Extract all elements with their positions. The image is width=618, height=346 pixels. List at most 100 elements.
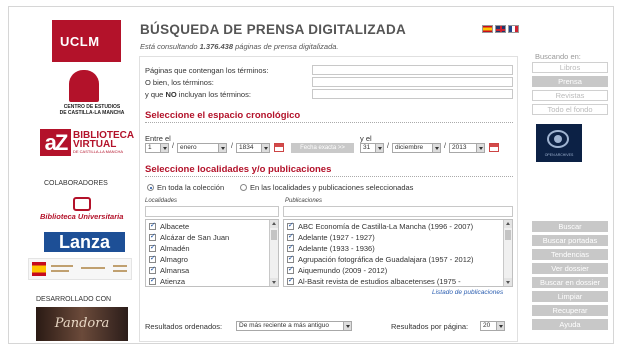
publications-list[interactable]: ABC Economía de Castilla-La Mancha (1996… [283,219,513,287]
publication-name: Al-Basit revista de estudios albacetense… [298,277,461,286]
publications-filter-input[interactable] [283,206,513,217]
biblioteca-universitaria-logo[interactable]: Biblioteca Universitaria [40,212,123,221]
or-terms-label: O bien, los términos: [145,78,214,87]
exclude-terms-input[interactable] [312,89,513,99]
checkbox[interactable] [287,221,294,230]
french-flag-icon[interactable] [508,25,519,33]
list-item[interactable]: Adelante (1927 - 1927) [287,232,375,242]
view-dossier-button[interactable]: Ver dossier [532,263,608,274]
scope-all-radio[interactable] [147,184,154,191]
scope-selected-radio[interactable] [240,184,247,191]
subtitle-suffix: páginas de prensa digitalizada. [235,42,339,51]
scroll-up-icon[interactable] [270,220,278,228]
chevron-down-icon [476,144,484,152]
exact-date-button[interactable]: Fecha exacta >> [291,143,354,153]
pandora-logo[interactable]: Pandora [36,307,128,341]
search-button[interactable]: Buscar [532,221,608,232]
scope-all-label: En toda la colección [157,183,225,192]
list-item[interactable]: Al-Basit revista de estudios albacetense… [287,276,461,286]
scrollbar[interactable] [269,220,278,286]
scope-selected-label: En las localidades y publicaciones selec… [250,183,414,192]
to-day-select[interactable]: 31 [360,143,384,153]
biblioteca-virtual-az-icon[interactable]: aZ [40,129,71,156]
list-item[interactable]: Adelante (1933 - 1936) [287,243,375,253]
target-magazines-button[interactable]: Revistas [532,90,608,101]
ministerio-logo[interactable] [28,258,132,280]
date-separator: / [231,143,233,150]
localities-filter-input[interactable] [145,206,279,217]
recover-button[interactable]: Recuperar [532,305,608,316]
scroll-thumb[interactable] [505,230,511,240]
chevron-down-icon [218,144,226,152]
list-item[interactable]: Agrupación fotográfica de Guadalajara (1… [287,254,474,264]
or-terms-input[interactable] [312,77,513,87]
publication-name: ABC Economía de Castilla-La Mancha (1996… [298,222,474,231]
spanish-flag-icon[interactable] [482,25,493,33]
checkbox[interactable] [287,265,294,274]
checkbox[interactable] [149,276,156,285]
scroll-thumb[interactable] [271,230,277,240]
lanza-logo[interactable]: Lanza [44,232,125,252]
to-day-value: 31 [363,144,371,151]
list-item[interactable]: Alcázar de San Juan [149,232,230,242]
list-item[interactable]: Atienza [149,276,185,286]
checkbox[interactable] [287,254,294,263]
page-subtitle: Está consultando 1.376.438 páginas de pr… [140,42,339,51]
centro-estudios-logo[interactable]: CENTRO DE ESTUDIOS DE CASTILLA-LA MANCHA [52,104,132,116]
publications-header: Publicaciones [285,198,323,204]
per-page-select[interactable]: 20 [480,321,505,331]
checkbox[interactable] [287,243,294,252]
english-flag-icon[interactable] [495,25,506,33]
uclm-logo[interactable]: UCLM [52,20,121,62]
to-month-select[interactable]: diciembre [392,143,441,153]
checkbox[interactable] [149,221,156,230]
contain-terms-label: Páginas que contengan los términos: [145,66,269,75]
divider [145,176,513,177]
localities-list[interactable]: Albacete Alcázar de San Juan Almadén Alm… [145,219,279,287]
and-label: y el [360,134,372,143]
checkbox[interactable] [149,243,156,252]
scroll-down-icon[interactable] [270,278,278,286]
scrollbar[interactable] [503,220,512,286]
chevron-down-icon [432,144,440,152]
locality-name: Alcázar de San Juan [160,233,230,242]
date-separator: / [387,143,389,150]
checkbox[interactable] [287,232,294,241]
open-archives-logo[interactable]: OPEN ARCHIVES [536,124,582,162]
from-year-select[interactable]: 1834 [236,143,270,153]
to-year-select[interactable]: 2013 [449,143,485,153]
target-books-button[interactable]: Libros [532,62,608,73]
order-select[interactable]: De más reciente a más antiguo [236,321,352,331]
scroll-down-icon[interactable] [504,278,512,286]
exclude-terms-label: y que NO incluyan los términos: [145,90,251,99]
biblioteca-virtual-logo[interactable]: BIBLIOTECA VIRTUAL [73,131,134,150]
chevron-down-icon [343,322,351,330]
list-item[interactable]: Almagro [149,254,188,264]
calendar-icon[interactable] [489,143,499,152]
contain-terms-input[interactable] [312,65,513,75]
page-count: 1.376.438 [199,42,234,51]
list-item[interactable]: Albacete [149,221,189,231]
language-selector [482,25,519,33]
checkbox[interactable] [149,265,156,274]
list-item[interactable]: Almadén [149,243,190,253]
target-all-button[interactable]: Todo el fondo [532,104,608,115]
search-dossier-button[interactable]: Buscar en dossier [532,277,608,288]
search-covers-button[interactable]: Buscar portadas [532,235,608,246]
help-button[interactable]: Ayuda [532,319,608,330]
calendar-icon[interactable] [274,143,284,152]
trends-button[interactable]: Tendencias [532,249,608,260]
checkbox[interactable] [287,276,294,285]
list-item[interactable]: ABC Economía de Castilla-La Mancha (1996… [287,221,474,231]
checkbox[interactable] [149,254,156,263]
scroll-up-icon[interactable] [504,220,512,228]
publications-list-link[interactable]: Listado de publicaciones [432,289,503,296]
checkbox[interactable] [149,232,156,241]
clear-button[interactable]: Limpiar [532,291,608,302]
order-label: Resultados ordenados: [145,322,223,331]
from-day-select[interactable]: 1 [145,143,169,153]
list-item[interactable]: Almansa [149,265,189,275]
list-item[interactable]: Aiquemundo (2009 - 2012) [287,265,387,275]
target-press-button[interactable]: Prensa [532,76,608,87]
from-month-select[interactable]: enero [177,143,227,153]
